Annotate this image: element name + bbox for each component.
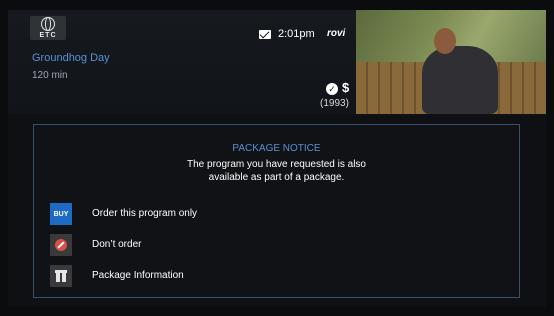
clock-time: 2:01pm (278, 28, 315, 40)
rovi-logo: rovi (327, 28, 346, 39)
notice-heading: PACKAGE NOTICE (232, 143, 321, 154)
globe-icon (41, 17, 55, 31)
logo-text: ETC (39, 32, 57, 39)
program-title: Groundhog Day (32, 52, 110, 64)
program-header: ETC Groundhog Day 120 min 2:01pm rovi ✓ … (8, 10, 546, 114)
person-head-image (434, 28, 456, 54)
mail-icon (259, 30, 271, 39)
package-information-label: Package Information (92, 270, 184, 281)
program-duration: 120 min (32, 70, 68, 81)
prohibited-icon (50, 234, 72, 256)
notice-line-1: The program you have requested is also (187, 159, 366, 170)
release-year: (1993) (320, 98, 349, 109)
package-information-option[interactable]: Package Information (50, 265, 490, 287)
buy-icon: BUY (50, 203, 72, 225)
person-image (422, 46, 498, 114)
check-icon: ✓ (326, 83, 338, 95)
notice-line-2: available as part of a package. (208, 172, 345, 183)
notice-message: The program you have requested is also a… (34, 158, 519, 184)
dont-order-label: Don’t order (92, 239, 142, 250)
provider-logo: ETC (30, 16, 66, 40)
order-program-only-option[interactable]: BUY Order this program only (50, 203, 490, 225)
video-preview (356, 10, 546, 114)
dont-order-option[interactable]: Don’t order (50, 234, 490, 256)
gift-icon (50, 265, 72, 287)
package-notice-dialog: PACKAGE NOTICE The program you have requ… (33, 124, 520, 298)
order-program-only-label: Order this program only (92, 208, 198, 219)
tv-screen: ETC Groundhog Day 120 min 2:01pm rovi ✓ … (8, 10, 546, 307)
price-symbol: $ (342, 80, 350, 95)
